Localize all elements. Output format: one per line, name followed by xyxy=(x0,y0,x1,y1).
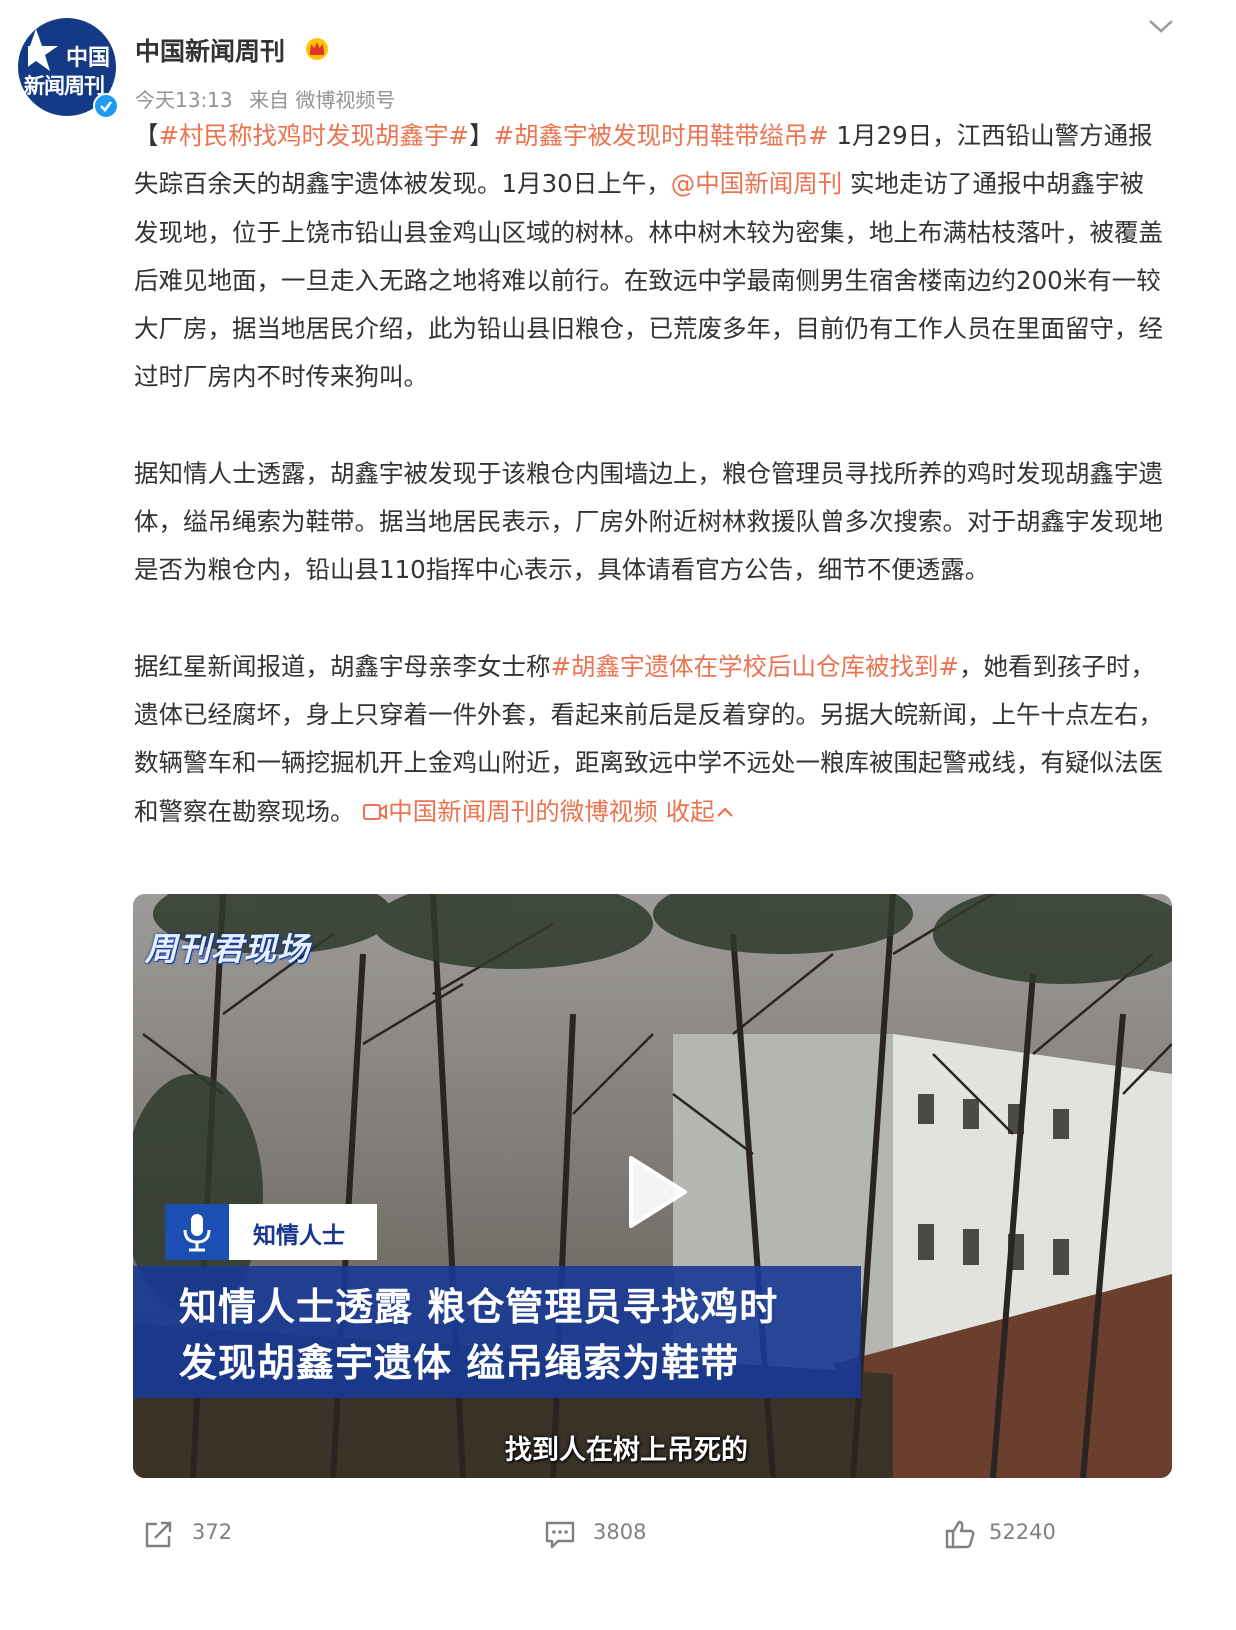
mention-link[interactable]: @中国新闻周刊 xyxy=(671,169,843,198)
repost-icon xyxy=(145,1521,172,1548)
bracket-close: 】 xyxy=(469,121,494,150)
avatar-text-1: 中国 xyxy=(66,46,111,71)
repost-count: 372 xyxy=(192,1520,233,1544)
microphone-icon xyxy=(165,1204,229,1260)
speaker-tag: 知情人士 xyxy=(165,1204,377,1260)
caption-line-1: 知情人士透露 粮仓管理员寻找鸡时 xyxy=(179,1285,779,1329)
video-caption: 知情人士透露 粮仓管理员寻找鸡时 发现胡鑫宇遗体 缢吊绳索为鞋带 xyxy=(133,1266,861,1398)
play-icon[interactable] xyxy=(621,1152,691,1232)
paragraph-text: 据红星新闻报道，胡鑫宇母亲李女士称 xyxy=(134,651,551,681)
caption-line-2: 发现胡鑫宇遗体 缢吊绳索为鞋带 xyxy=(179,1341,740,1385)
speaker-label: 知情人士 xyxy=(253,1223,345,1249)
comment-count: 3808 xyxy=(593,1520,647,1544)
chevron-up-icon xyxy=(716,807,733,817)
paragraph-text: 实地走访了通报中胡鑫宇被发现地，位于上饶市铅山县金鸡山区域的树林。林中树木较为密… xyxy=(134,169,1163,392)
collapse-label[interactable]: 收起 xyxy=(666,797,715,826)
hashtag-link[interactable]: #村民称找鸡时发现胡鑫宇# xyxy=(159,121,470,150)
post-time[interactable]: 今天13:13 xyxy=(135,88,233,112)
thumbs-up-icon xyxy=(945,1520,975,1549)
paragraph-2: 据知情人士透露，胡鑫宇被发现于该粮仓内围墙边上，粮仓管理员寻找所养的鸡时发现胡鑫… xyxy=(134,458,1163,585)
chevron-down-icon[interactable] xyxy=(1146,14,1176,38)
vip-crown-icon xyxy=(306,38,328,60)
verified-badge-icon xyxy=(93,93,119,119)
hashtag-link[interactable]: #胡鑫宇被发现时用鞋带缢吊# xyxy=(494,121,829,150)
action-bar: 372 3808 52240 xyxy=(0,1518,1236,1558)
username[interactable]: 中国新闻周刊 xyxy=(135,32,285,68)
video-icon xyxy=(363,803,388,820)
post-body: 【#村民称找鸡时发现胡鑫宇#】#胡鑫宇被发现时用鞋带缢吊# 1月29日，江西铅山… xyxy=(134,112,1164,836)
hashtag-link[interactable]: #胡鑫宇遗体在学校后山仓库被找到# xyxy=(551,652,960,681)
comment-icon xyxy=(545,1521,575,1549)
paragraph-1: 【#村民称找鸡时发现胡鑫宇#】#胡鑫宇被发现时用鞋带缢吊# 1月29日，江西铅山… xyxy=(134,112,1164,402)
post-source: 来自 微博视频号 xyxy=(249,88,396,112)
collapse-button[interactable]: 收起 xyxy=(666,797,735,826)
video-logo: 周刊君现场 xyxy=(145,930,311,968)
paragraph-3: 据红星新闻报道，胡鑫宇母亲李女士称#胡鑫宇遗体在学校后山仓库被找到#，她看到孩子… xyxy=(134,643,1164,836)
video-player[interactable]: 周刊君现场 知情人士 知情人士透露 粮仓管理员寻找鸡时 发现胡鑫宇遗体 缢吊绳索… xyxy=(133,894,1172,1478)
video-link[interactable]: 中国新闻周刊的微博视频 xyxy=(362,797,658,826)
video-subtitle: 找到人在树上吊死的 xyxy=(505,1435,748,1466)
like-count: 52240 xyxy=(989,1520,1056,1544)
video-link-text[interactable]: 中国新闻周刊的微博视频 xyxy=(388,797,658,826)
post-meta: 今天13:13 来自 微博视频号 xyxy=(135,84,405,113)
avatar-text-2: 新闻周刊 xyxy=(24,74,105,98)
bracket-open: 【 xyxy=(134,121,159,150)
